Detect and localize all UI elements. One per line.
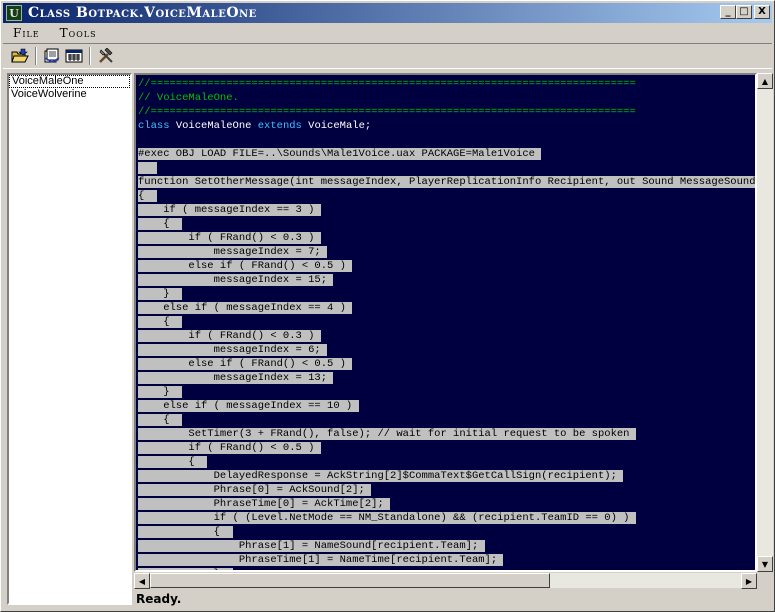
toolbar-separator	[35, 47, 37, 65]
code-line[interactable]: //======================================…	[138, 77, 755, 91]
code-line[interactable]: #exec OBJ LOAD FILE=..\Sounds\Male1Voice…	[138, 147, 755, 161]
code-line[interactable]: else if ( messageIndex == 10 )	[138, 399, 755, 413]
toolbar-separator	[89, 47, 91, 65]
horizontal-scroll-thumb[interactable]	[150, 573, 550, 588]
menu-tools[interactable]: Tools	[50, 26, 107, 40]
code-line[interactable]: {	[138, 315, 755, 329]
scroll-right-button[interactable]: ▶	[741, 573, 757, 589]
compile-icon[interactable]	[63, 46, 85, 66]
code-line[interactable]: PhraseTime[1] = NameTime[recipient.Team]…	[138, 553, 755, 567]
class-list-item-voicewolverine[interactable]: VoiceWolverine	[9, 88, 130, 101]
code-line[interactable]: // VoiceMaleOne.	[138, 91, 755, 105]
code-line[interactable]: class VoiceMaleOne extends VoiceMale;	[138, 119, 755, 133]
code-line[interactable]: {	[138, 525, 755, 539]
maximize-button[interactable]: □	[736, 5, 752, 19]
code-line[interactable]: if ( messageIndex == 3 )	[138, 203, 755, 217]
scroll-left-button[interactable]: ◀	[134, 573, 150, 589]
class-list-item-voicemaleone[interactable]: VoiceMaleOne	[9, 75, 130, 88]
menu-file[interactable]: File	[3, 26, 50, 40]
code-line[interactable]: //======================================…	[138, 105, 755, 119]
code-line[interactable]: messageIndex = 15;	[138, 273, 755, 287]
code-line[interactable]: else if ( FRand() < 0.5 )	[138, 357, 755, 371]
code-editor[interactable]: //======================================…	[134, 73, 757, 572]
code-line[interactable]: else if ( FRand() < 0.5 )	[138, 259, 755, 273]
code-line[interactable]: if ( FRand() < 0.3 )	[138, 231, 755, 245]
code-line[interactable]	[138, 161, 755, 175]
vertical-scrollbar[interactable]: ▲ ▼	[757, 73, 773, 572]
scroll-up-button[interactable]: ▲	[757, 73, 773, 89]
code-line[interactable]: else if ( messageIndex == 4 )	[138, 301, 755, 315]
open-folder-icon[interactable]	[9, 46, 31, 66]
status-bar: Ready.	[136, 592, 182, 606]
code-line[interactable]: SetTimer(3 + FRand(), false); // wait fo…	[138, 427, 755, 441]
code-line[interactable]: }	[138, 385, 755, 399]
scroll-down-button[interactable]: ▼	[757, 556, 773, 572]
code-line[interactable]	[138, 133, 755, 147]
window-title: Class Botpack.VoiceMaleOne	[28, 5, 257, 21]
code-line[interactable]: messageIndex = 7;	[138, 245, 755, 259]
code-line[interactable]: messageIndex = 6;	[138, 343, 755, 357]
export-icon[interactable]	[41, 46, 63, 66]
code-line[interactable]: {	[138, 189, 755, 203]
menu-bar: File Tools	[3, 23, 107, 42]
code-line[interactable]: PhraseTime[0] = AckTime[2];	[138, 497, 755, 511]
code-line[interactable]: {	[138, 217, 755, 231]
code-line[interactable]: messageIndex = 13;	[138, 371, 755, 385]
main-window: U Class Botpack.VoiceMaleOne _ □ X File …	[0, 0, 775, 612]
tools-icon[interactable]	[95, 46, 117, 66]
window-controls: _ □ X	[720, 5, 770, 19]
code-line[interactable]: }	[138, 287, 755, 301]
code-line[interactable]: {	[138, 455, 755, 469]
horizontal-scrollbar[interactable]: ◀ ▶	[134, 572, 757, 589]
scrollbar-corner	[757, 572, 773, 588]
code-text[interactable]: //======================================…	[138, 77, 755, 570]
app-icon: U	[6, 5, 22, 21]
code-line[interactable]: function SetOtherMessage(int messageInde…	[138, 175, 755, 189]
title-bar[interactable]: U Class Botpack.VoiceMaleOne _ □ X	[3, 3, 772, 23]
code-line[interactable]: {	[138, 413, 755, 427]
close-button[interactable]: X	[754, 5, 770, 19]
code-line[interactable]: if ( FRand() < 0.5 )	[138, 441, 755, 455]
toolbar	[3, 43, 772, 69]
minimize-button[interactable]: _	[720, 5, 736, 19]
code-line[interactable]: if ( FRand() < 0.3 )	[138, 329, 755, 343]
class-list[interactable]: VoiceMaleOne VoiceWolverine	[7, 73, 132, 605]
code-line[interactable]: if ( (Level.NetMode == NM_Standalone) &&…	[138, 511, 755, 525]
code-line[interactable]: Phrase[1] = NameSound[recipient.Team];	[138, 539, 755, 553]
code-line[interactable]: DelayedResponse = AckString[2]$CommaText…	[138, 469, 755, 483]
code-line[interactable]: Phrase[0] = AckSound[2];	[138, 483, 755, 497]
